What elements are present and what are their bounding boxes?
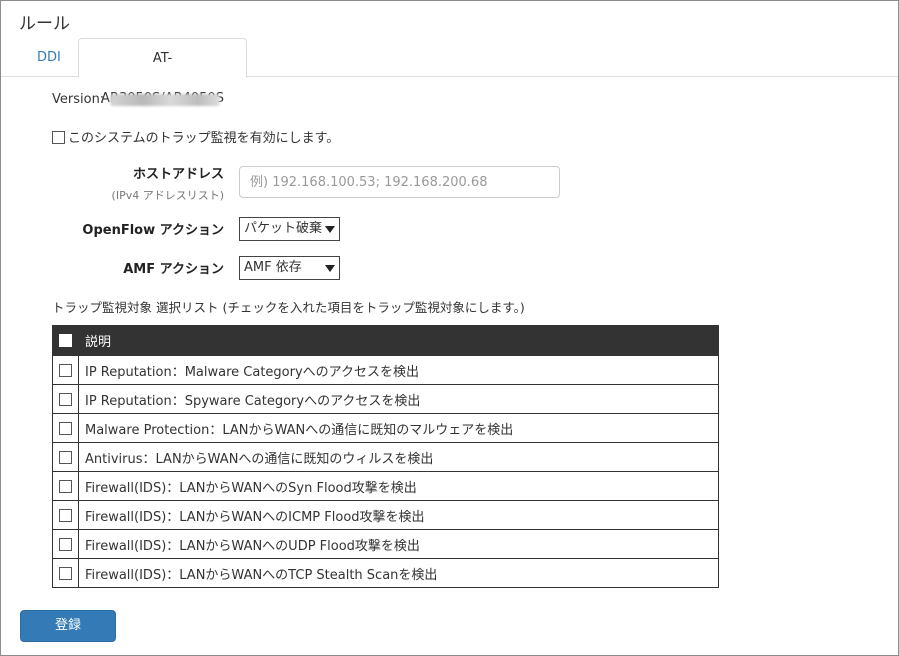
row-description: Antivirus：LANからWANへの通信に既知のウィルスを検出 (78, 442, 719, 472)
enable-trap-row: このシステムのトラップ監視を有効にします。 (52, 127, 339, 146)
tab-bar: DDI AT-AR3050S/AR4050S (1, 38, 898, 106)
table-row: Firewall(IDS)：LANからWANへのSyn Flood攻撃を検出 (52, 471, 719, 501)
row-description: Firewall(IDS)：LANからWANへのUDP Flood攻撃を検出 (78, 529, 719, 559)
row-checkbox[interactable] (59, 363, 72, 377)
host-address-input[interactable] (239, 166, 560, 198)
table-row: IP Reputation：Spyware Categoryへのアクセスを検出 (52, 384, 719, 414)
openflow-action-label: OpenFlow アクション (82, 223, 224, 238)
chevron-down-icon (325, 226, 335, 233)
row-checkbox[interactable] (59, 450, 72, 464)
enable-trap-checkbox[interactable] (52, 131, 65, 144)
header-checkbox-cell (52, 325, 79, 356)
chevron-down-icon (325, 265, 335, 272)
amf-action-select[interactable]: AMF 依存 (239, 256, 340, 280)
table-row: IP Reputation：Malware Categoryへのアクセスを検出 (52, 355, 719, 385)
host-address-sublabel: (IPv4 アドレスリスト) (111, 189, 224, 202)
trap-target-table: 説明 IP Reputation：Malware Categoryへのアクセスを… (52, 325, 719, 588)
row-checkbox[interactable] (59, 537, 72, 551)
openflow-action-selected: パケット破棄 (244, 221, 323, 236)
table-row: Firewall(IDS)：LANからWANへのICMP Flood攻撃を検出 (52, 500, 719, 530)
row-description: Malware Protection：LANからWANへの通信に既知のマルウェア… (78, 413, 719, 443)
enable-trap-label: このシステムのトラップ監視を有効にします。 (68, 131, 340, 146)
row-checkbox[interactable] (59, 508, 72, 522)
row-description: IP Reputation：Malware Categoryへのアクセスを検出 (78, 355, 719, 385)
submit-button[interactable]: 登録 (20, 610, 116, 642)
version-label: Version: (52, 92, 105, 107)
description-header: 説明 (78, 325, 719, 356)
window-frame: ルール DDI AT-AR3050S/AR4050S Version: このシス… (0, 0, 899, 656)
table-row: Malware Protection：LANからWANへの通信に既知のマルウェア… (52, 413, 719, 443)
row-description: Firewall(IDS)：LANからWANへのTCP Stealth Scan… (78, 558, 719, 588)
table-row: Firewall(IDS)：LANからWANへのTCP Stealth Scan… (52, 558, 719, 588)
row-checkbox[interactable] (59, 479, 72, 493)
page-title: ルール (19, 14, 70, 34)
table-row: Firewall(IDS)：LANからWANへのUDP Flood攻撃を検出 (52, 529, 719, 559)
version-row: Version: (52, 92, 221, 107)
row-description: IP Reputation：Spyware Categoryへのアクセスを検出 (78, 384, 719, 414)
tab-ddi[interactable]: DDI (21, 38, 77, 78)
select-all-checkbox[interactable] (59, 334, 72, 347)
host-address-label: ホストアドレス (132, 167, 224, 182)
amf-action-label: AMF アクション (123, 262, 224, 277)
trap-list-caption: トラップ監視対象 選択リスト (チェックを入れた項目をトラップ監視対象にします。… (52, 300, 525, 315)
table-row: Antivirus：LANからWANへの通信に既知のウィルスを検出 (52, 442, 719, 472)
row-checkbox[interactable] (59, 566, 72, 580)
row-description: Firewall(IDS)：LANからWANへのSyn Flood攻撃を検出 (78, 471, 719, 501)
row-checkbox[interactable] (59, 392, 72, 406)
amf-action-selected: AMF 依存 (244, 260, 302, 275)
version-value-redacted (110, 93, 221, 106)
table-header-row: 説明 (52, 325, 719, 356)
row-checkbox[interactable] (59, 421, 72, 435)
row-description: Firewall(IDS)：LANからWANへのICMP Flood攻撃を検出 (78, 500, 719, 530)
openflow-action-select[interactable]: パケット破棄 (239, 217, 340, 241)
tab-at-ar3050s-ar4050s[interactable]: AT-AR3050S/AR4050S (78, 38, 247, 106)
